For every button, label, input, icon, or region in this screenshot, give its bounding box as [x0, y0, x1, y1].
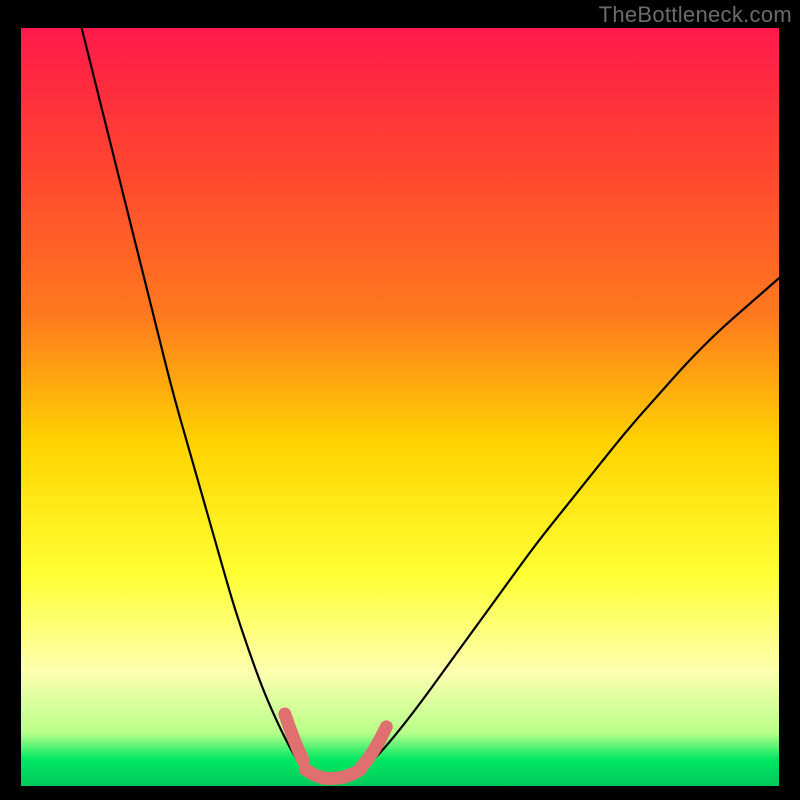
watermark-text: TheBottleneck.com: [599, 2, 792, 28]
gradient-background: [21, 28, 779, 786]
chart-svg: [21, 28, 779, 786]
bottleneck-chart: [21, 28, 779, 786]
chart-frame: TheBottleneck.com: [0, 0, 800, 800]
